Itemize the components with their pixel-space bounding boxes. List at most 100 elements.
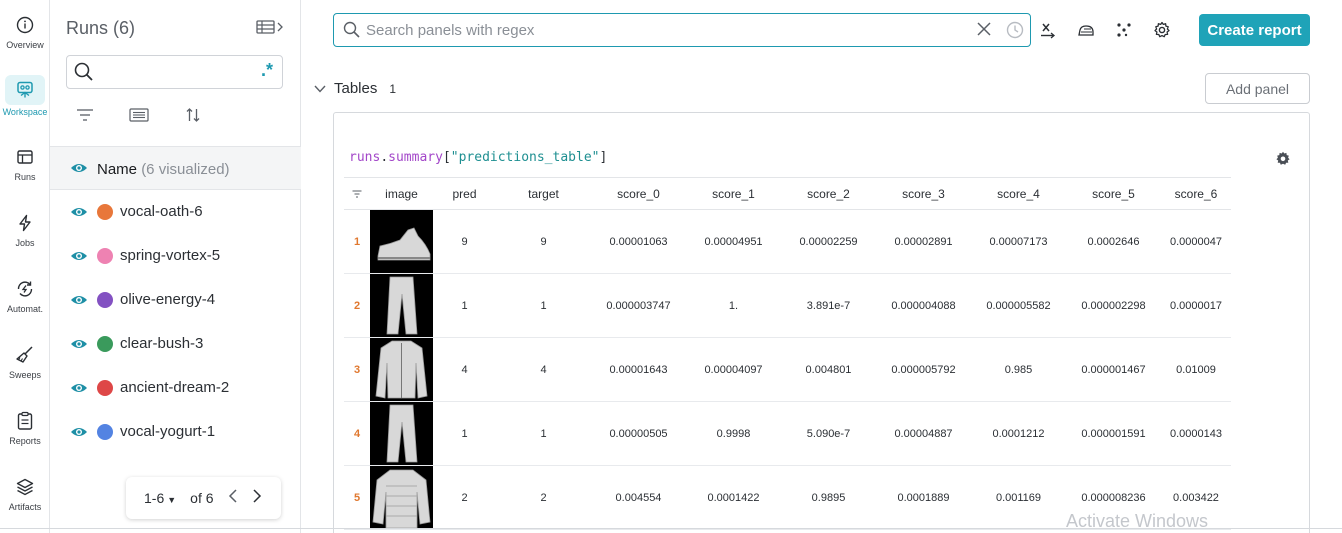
table-cell: 0.00000505 xyxy=(591,401,686,466)
column-header-score-4[interactable]: score_4 xyxy=(971,177,1066,210)
run-color-dot[interactable] xyxy=(97,336,113,352)
image-cell[interactable] xyxy=(370,209,433,274)
row-index[interactable]: 2 xyxy=(344,273,370,338)
column-header-score-2[interactable]: score_2 xyxy=(781,177,876,210)
run-name[interactable]: vocal-oath-6 xyxy=(120,203,203,220)
row-index[interactable]: 5 xyxy=(344,465,370,530)
eye-icon[interactable] xyxy=(70,161,88,180)
fashion-image-trouser xyxy=(370,402,433,465)
table-cell: 5.090e-7 xyxy=(781,401,876,466)
run-color-dot[interactable] xyxy=(97,292,113,308)
nav-workspace[interactable]: Workspace xyxy=(0,75,50,135)
run-row[interactable]: spring-vortex-5 xyxy=(50,235,301,279)
run-row[interactable]: vocal-yogurt-1 xyxy=(50,411,301,455)
column-header-score-6[interactable]: score_6 xyxy=(1161,177,1231,210)
image-cell[interactable] xyxy=(370,337,433,402)
group-icon[interactable] xyxy=(128,106,150,124)
eye-icon[interactable] xyxy=(70,205,88,224)
table-row[interactable]: 3 4 4 0.00001643 0.00004097 0.004801 0.0000057… xyxy=(344,337,1231,402)
image-cell[interactable] xyxy=(370,401,433,466)
outliers-icon[interactable] xyxy=(1112,18,1136,42)
runs-search-field[interactable]: .* xyxy=(66,55,283,89)
column-header-score-0[interactable]: score_0 xyxy=(591,177,686,210)
clear-icon[interactable] xyxy=(975,20,993,43)
workspace-toolbar xyxy=(1036,18,1174,42)
table-cell: 0.00001643 xyxy=(591,337,686,402)
panel-search-input[interactable] xyxy=(366,17,966,43)
settings-gear-icon[interactable] xyxy=(1150,18,1174,42)
run-color-dot[interactable] xyxy=(97,380,113,396)
search-icon xyxy=(74,62,94,87)
run-color-dot[interactable] xyxy=(97,204,113,220)
table-row[interactable]: 4 1 1 0.00000505 0.9998 5.090e-7 0.00004887 0.0… xyxy=(344,401,1231,466)
run-name[interactable]: spring-vortex-5 xyxy=(120,247,220,264)
row-index[interactable]: 4 xyxy=(344,401,370,466)
column-header-score-3[interactable]: score_3 xyxy=(876,177,971,210)
column-header-target[interactable]: target xyxy=(496,177,591,210)
nav-sweeps[interactable]: Sweeps xyxy=(0,344,50,404)
nav-artifacts[interactable]: Artifacts xyxy=(0,476,50,533)
sort-icon[interactable] xyxy=(182,106,204,124)
chevron-left-icon[interactable] xyxy=(228,488,238,508)
page-range-select[interactable]: 1-6 ▼ xyxy=(144,490,176,506)
section-header-tables[interactable]: Tables 1 xyxy=(314,80,396,97)
panel-search-field[interactable] xyxy=(333,13,1031,47)
column-header-image[interactable]: image xyxy=(370,177,433,210)
nav-overview[interactable]: Overview xyxy=(0,14,50,74)
x-axis-icon[interactable] xyxy=(1036,18,1060,42)
image-cell[interactable] xyxy=(370,465,433,530)
history-icon[interactable] xyxy=(1005,20,1025,45)
table-cell: 1 xyxy=(433,401,496,466)
eye-icon[interactable] xyxy=(70,381,88,400)
run-name[interactable]: vocal-yogurt-1 xyxy=(120,423,215,440)
panel-settings-gear-icon[interactable] xyxy=(1275,151,1291,172)
table-cell: 9 xyxy=(433,209,496,274)
chevron-down-icon[interactable] xyxy=(314,85,328,93)
table-cell: 0.004801 xyxy=(781,337,876,402)
run-row[interactable]: olive-energy-4 xyxy=(50,279,301,323)
eye-icon[interactable] xyxy=(70,337,88,356)
run-color-dot[interactable] xyxy=(97,424,113,440)
collapse-table-icon[interactable] xyxy=(256,19,286,40)
runs-name-header[interactable]: Name (6 visualized) xyxy=(97,161,230,178)
column-header-score-1[interactable]: score_1 xyxy=(686,177,781,210)
row-index[interactable]: 1 xyxy=(344,209,370,274)
table-cell: 1. xyxy=(686,273,781,338)
table-icon xyxy=(14,146,36,168)
clipboard-icon xyxy=(14,410,36,432)
filter-icon[interactable] xyxy=(74,106,96,124)
eye-icon[interactable] xyxy=(70,249,88,268)
eye-icon[interactable] xyxy=(70,293,88,312)
table-row[interactable]: 1 9 9 0.00001063 0.00004951 0.00002259 0.00002… xyxy=(344,209,1231,274)
run-color-dot[interactable] xyxy=(97,248,113,264)
image-cell[interactable] xyxy=(370,273,433,338)
nav-automations[interactable]: Automat. xyxy=(0,278,50,338)
nav-reports[interactable]: Reports xyxy=(0,410,50,470)
table-panel: runs.summary["predictions_table"] image p… xyxy=(333,112,1310,533)
runs-sidebar: Runs (6) .* Name (6 visualized) vocal-oa… xyxy=(50,0,301,533)
smoothing-icon[interactable] xyxy=(1074,18,1098,42)
nav-jobs[interactable]: Jobs xyxy=(0,212,50,272)
run-name[interactable]: clear-bush-3 xyxy=(120,335,203,352)
filter-icon[interactable] xyxy=(352,187,362,201)
run-row[interactable]: clear-bush-3 xyxy=(50,323,301,367)
eye-icon[interactable] xyxy=(70,425,88,444)
regex-toggle[interactable]: .* xyxy=(261,60,273,81)
nav-runs[interactable]: Runs xyxy=(0,146,50,206)
row-index[interactable]: 3 xyxy=(344,337,370,402)
table-row[interactable]: 2 1 1 0.000003747 1. 3.891e-7 0.000004088 0.000… xyxy=(344,273,1231,338)
fashion-image-pullover xyxy=(370,466,433,529)
run-row[interactable]: vocal-oath-6 xyxy=(50,191,301,235)
panel-query[interactable]: runs.summary["predictions_table"] xyxy=(349,150,607,165)
column-header-pred[interactable]: pred xyxy=(433,177,496,210)
create-report-button[interactable]: Create report xyxy=(1199,14,1310,46)
run-row[interactable]: ancient-dream-2 xyxy=(50,367,301,411)
chevron-right-icon[interactable] xyxy=(252,488,262,508)
run-name[interactable]: olive-energy-4 xyxy=(120,291,215,308)
add-panel-button[interactable]: Add panel xyxy=(1205,73,1310,104)
run-name[interactable]: ancient-dream-2 xyxy=(120,379,229,396)
table-cell: 0.00004887 xyxy=(876,401,971,466)
table-cell: 0.00001063 xyxy=(591,209,686,274)
column-options[interactable] xyxy=(344,177,370,210)
column-header-score-5[interactable]: score_5 xyxy=(1066,177,1161,210)
